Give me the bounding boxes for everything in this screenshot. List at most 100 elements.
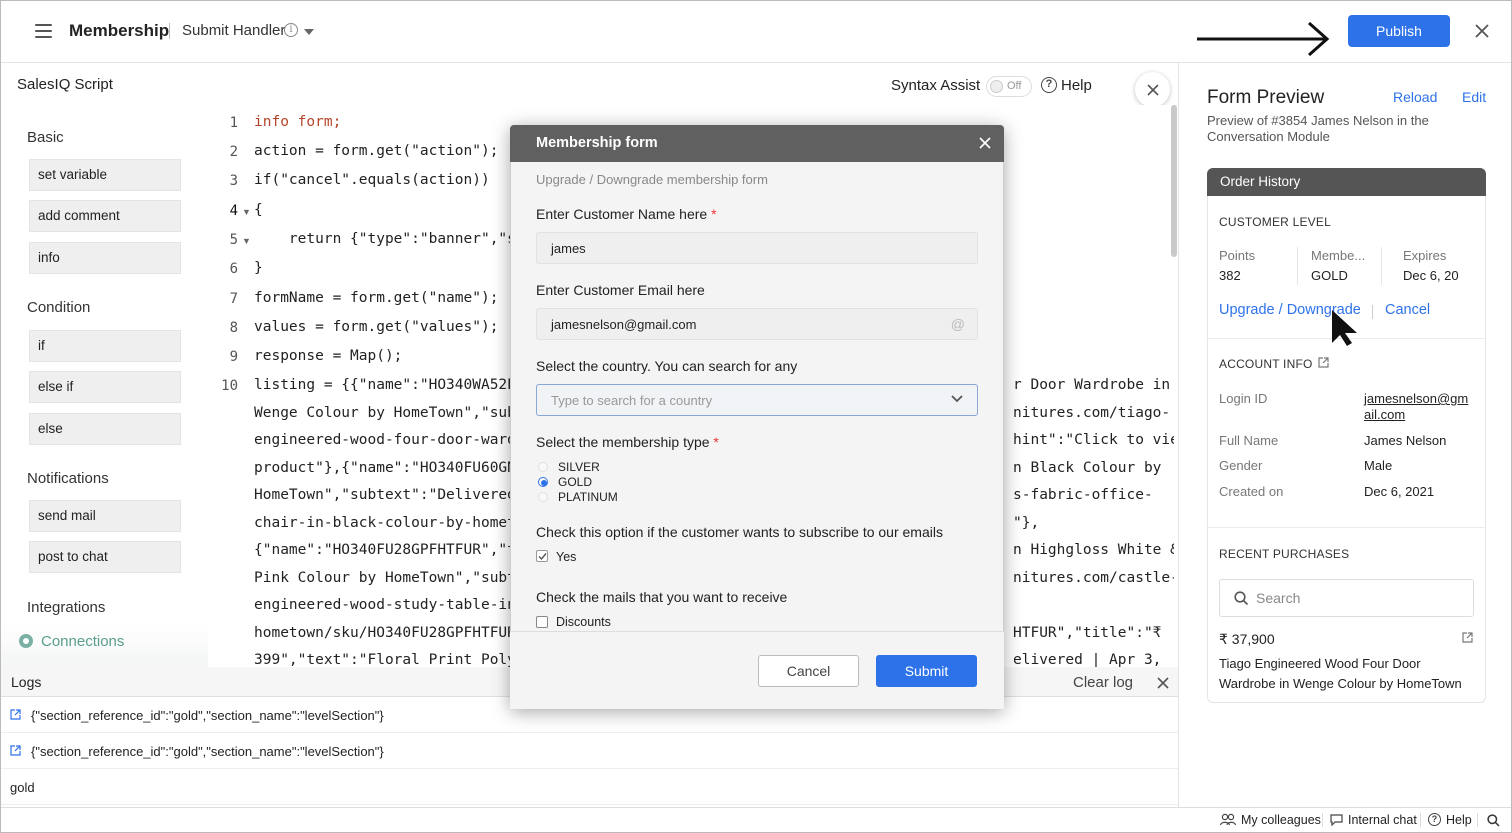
code-wrap-line: n Highgloss White &	[1013, 542, 1174, 558]
line-number: 9	[229, 349, 238, 365]
connections-link[interactable]: Connections	[1, 621, 208, 667]
discounts-option-label: Discounts	[556, 615, 611, 629]
points-value: 382	[1219, 268, 1241, 283]
line-number: 1	[229, 115, 238, 131]
code-wrap-line: hometown/sku/HO340FU28GPFHTFUR"	[254, 625, 525, 641]
close-editor-button[interactable]	[1135, 72, 1170, 107]
cancel-membership-link[interactable]: Cancel	[1385, 302, 1430, 318]
code-line: action = form.get("action");	[254, 143, 499, 159]
code-wrap-line: r Door Wardrobe in	[1013, 377, 1171, 393]
code-wrap-line: elivered | Apr 3,	[1013, 652, 1162, 667]
publish-button[interactable]: Publish	[1348, 15, 1450, 47]
hamburger-menu-icon[interactable]	[35, 24, 52, 38]
submit-button[interactable]: Submit	[876, 655, 977, 687]
search-icon[interactable]	[1487, 814, 1500, 827]
app-window: Membership Submit Handler i Publish Sale…	[0, 0, 1512, 833]
block-else-if[interactable]: else if	[29, 371, 181, 403]
code-wrap-line: nitures.com/tiago-	[1013, 405, 1171, 421]
code-line: formName = form.get("name");	[254, 290, 499, 306]
help-icon[interactable]: ?	[1041, 77, 1057, 93]
divider	[1477, 813, 1478, 827]
block-send-mail[interactable]: send mail	[29, 500, 181, 532]
close-icon	[1146, 83, 1159, 96]
line-number: 6	[229, 261, 238, 277]
country-select[interactable]: Type to search for a country	[536, 384, 978, 416]
purchase-product-name[interactable]: Tiago Engineered Wood Four Door Wardrobe…	[1219, 654, 1474, 694]
mails-field-label: Check the mails that you want to receive	[536, 589, 788, 605]
close-icon[interactable]	[978, 136, 992, 150]
my-colleagues-link[interactable]: My colleagues	[1241, 813, 1321, 827]
chat-icon	[1330, 814, 1343, 826]
recent-purchases-heading: RECENT PURCHASES	[1219, 547, 1350, 561]
subscribe-checkbox[interactable]	[536, 550, 548, 562]
script-title: SalesIQ Script	[17, 76, 113, 93]
external-link-icon[interactable]	[1318, 357, 1329, 368]
reload-link[interactable]: Reload	[1393, 89, 1437, 105]
points-label: Points	[1219, 248, 1256, 263]
divider	[1322, 813, 1323, 827]
membership-value: GOLD	[1311, 268, 1348, 283]
customer-name-input[interactable]: james	[536, 232, 978, 264]
external-link-icon[interactable]	[10, 709, 21, 720]
app-title: Membership	[69, 21, 170, 40]
fold-caret-icon[interactable]: ▼	[242, 207, 251, 217]
cancel-button[interactable]: Cancel	[758, 655, 859, 687]
code-wrap-line: s-fabric-office-	[1013, 487, 1153, 503]
divider	[1381, 247, 1382, 285]
expires-value: Dec 6, 20	[1403, 268, 1459, 283]
edit-link[interactable]: Edit	[1462, 89, 1486, 105]
syntax-assist-toggle[interactable]: Off	[986, 76, 1032, 97]
discounts-checkbox[interactable]	[536, 616, 548, 628]
block-post-to-chat[interactable]: post to chat	[29, 541, 181, 573]
fold-caret-icon[interactable]: ▼	[242, 236, 251, 246]
syntax-assist-label: Syntax Assist	[891, 77, 981, 94]
code-line: listing = {{"name":"HO340WA52EI	[254, 377, 525, 393]
logs-title: Logs	[11, 674, 42, 690]
editor-scrollbar[interactable]	[1171, 105, 1177, 257]
handler-name[interactable]: Submit Handler	[182, 22, 285, 39]
line-number: 3	[229, 173, 238, 189]
code-wrap-line: HTFUR","title":"₹	[1013, 625, 1162, 641]
radio-platinum[interactable]	[538, 492, 548, 502]
block-set-variable[interactable]: set variable	[29, 159, 181, 191]
chevron-down-icon[interactable]	[304, 29, 314, 35]
divider	[1297, 247, 1298, 285]
block-if[interactable]: if	[29, 330, 181, 362]
code-line: if("cancel".equals(action))	[254, 172, 490, 188]
connections-label: Connections	[41, 633, 125, 650]
close-icon[interactable]	[1473, 22, 1491, 40]
internal-chat-link[interactable]: Internal chat	[1348, 813, 1417, 827]
section-condition: Condition	[27, 299, 91, 316]
radio-silver[interactable]	[538, 462, 548, 472]
help-link[interactable]: Help	[1061, 77, 1092, 94]
preview-subtitle: Preview of #3854 James Nelson in the Con…	[1207, 113, 1429, 144]
customer-email-input[interactable]: jamesnelson@gmail.com @	[536, 308, 978, 340]
login-id-label: Login ID	[1219, 391, 1268, 406]
radio-label-silver: SILVER	[558, 460, 600, 474]
log-text: gold	[10, 780, 35, 795]
radio-label-platinum: PLATINUM	[558, 490, 618, 504]
created-on-value: Dec 6, 2021	[1364, 484, 1435, 499]
help-link[interactable]: Help	[1446, 813, 1472, 827]
info-icon[interactable]: i	[284, 23, 298, 37]
section-notifications: Notifications	[27, 470, 109, 487]
purchases-search-input[interactable]: Search	[1219, 579, 1474, 617]
block-info[interactable]: info	[29, 242, 181, 274]
login-id-part: ail.com	[1364, 407, 1406, 422]
log-text: {"section_reference_id":"gold","section_…	[31, 708, 384, 723]
mouse-cursor-icon	[1332, 310, 1357, 346]
log-text: {"section_reference_id":"gold","section_…	[31, 744, 384, 759]
external-link-icon[interactable]	[1462, 632, 1473, 643]
membership-label: Membe...	[1311, 248, 1366, 263]
purchase-price: ₹ 37,900	[1219, 631, 1275, 647]
subscribe-field-label: Check this option if the customer wants …	[536, 524, 943, 540]
external-link-icon[interactable]	[10, 745, 21, 756]
section-basic: Basic	[27, 129, 64, 146]
radio-gold[interactable]	[538, 477, 548, 487]
clear-log-button[interactable]: Clear log	[1073, 674, 1133, 691]
close-icon[interactable]	[1156, 676, 1170, 690]
line-number: 8	[229, 320, 238, 336]
block-add-comment[interactable]: add comment	[29, 200, 181, 232]
block-else[interactable]: else	[29, 413, 181, 445]
login-id-value[interactable]: jamesnelson@gm ail.com	[1364, 391, 1468, 423]
